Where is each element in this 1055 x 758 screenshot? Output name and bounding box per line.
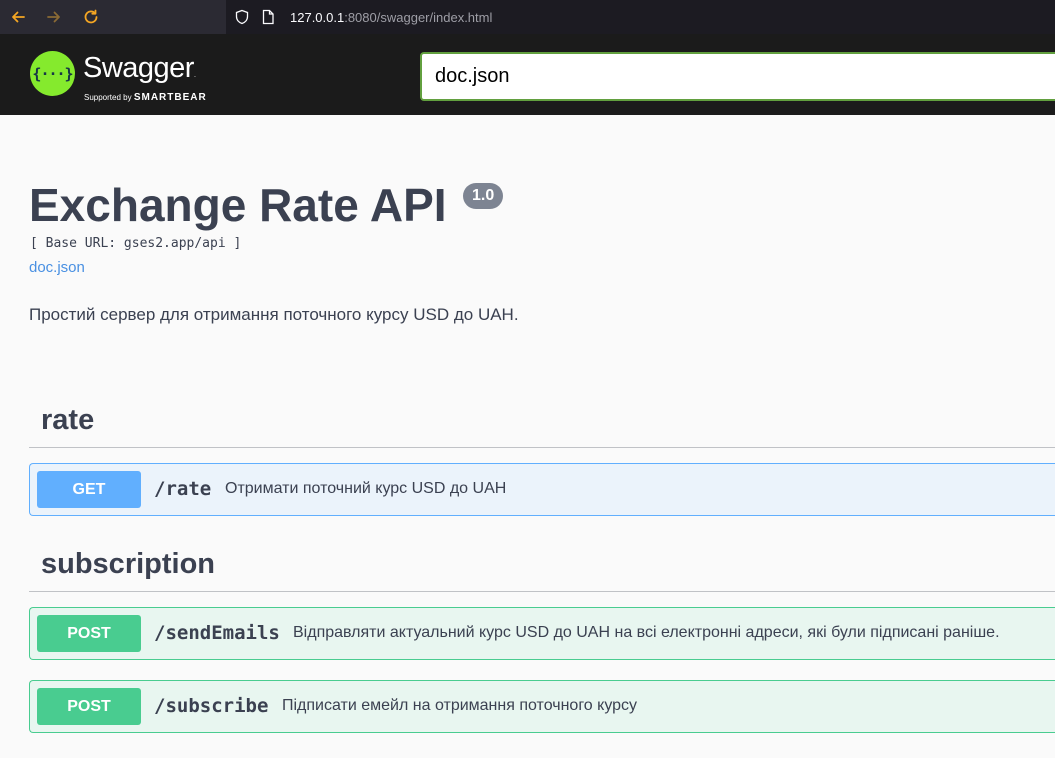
logo-tagline-prefix: Supported by <box>84 93 132 102</box>
base-url: [ Base URL: gses2.app/api ] <box>30 236 242 251</box>
spec-link[interactable]: doc.json <box>29 259 85 276</box>
swagger-logo[interactable]: {···} Swagger. Supported by SMARTBEAR <box>30 48 220 104</box>
operation-post-subscribe[interactable]: POST /subscribe Підписати емейл на отрим… <box>29 680 1055 733</box>
tag-name: subscription <box>41 548 216 580</box>
operation-path: /subscribe <box>154 695 269 717</box>
operation-get-rate[interactable]: GET /rate Отримати поточний курс USD до … <box>29 463 1055 516</box>
logo-trademark: . <box>193 72 196 79</box>
address-bar[interactable]: 127.0.0.1:8080/swagger/index.html <box>226 0 1055 34</box>
operation-path: /rate <box>154 478 212 500</box>
operation-path: /sendEmails <box>154 622 280 644</box>
logo-tagline-brand: SMARTBEAR <box>133 92 207 103</box>
swagger-logo-icon: {···} <box>30 51 75 96</box>
version-badge: 1.0 <box>463 183 504 209</box>
operation-summary: Відправляти актуальний курс USD до UAH н… <box>293 624 1000 641</box>
url-text: 127.0.0.1:8080/swagger/index.html <box>290 10 492 25</box>
reload-icon[interactable] <box>79 6 103 28</box>
logo-tagline: Supported by SMARTBEAR <box>84 92 207 103</box>
forward-icon[interactable] <box>42 6 66 28</box>
operation-post-sendemails[interactable]: POST /sendEmails Відправляти актуальний … <box>29 607 1055 660</box>
url-path: :8080/swagger/index.html <box>344 9 493 25</box>
tag-name: rate <box>41 404 95 436</box>
method-badge: POST <box>37 688 141 725</box>
url-host: 127.0.0.1 <box>290 9 345 25</box>
logo-word: Swagger <box>83 52 194 84</box>
tag-rate-header[interactable]: rate <box>29 400 1055 448</box>
back-icon[interactable] <box>6 6 30 28</box>
browser-toolbar: 127.0.0.1:8080/swagger/index.html <box>0 0 1055 34</box>
shield-icon[interactable] <box>234 9 250 25</box>
tag-subscription-header[interactable]: subscription <box>29 544 1055 592</box>
page-icon[interactable] <box>260 9 276 25</box>
method-badge: POST <box>37 615 141 652</box>
spec-url-input[interactable] <box>420 52 1055 101</box>
api-description: Простий сервер для отримання поточного к… <box>29 305 519 324</box>
operation-summary: Підписати емейл на отримання поточного к… <box>282 697 638 714</box>
operation-summary: Отримати поточний курс USD до UAH <box>225 480 507 497</box>
method-badge: GET <box>37 471 141 508</box>
page-title: Exchange Rate API <box>29 179 447 231</box>
logo-wordmark: Swagger. <box>83 52 196 85</box>
